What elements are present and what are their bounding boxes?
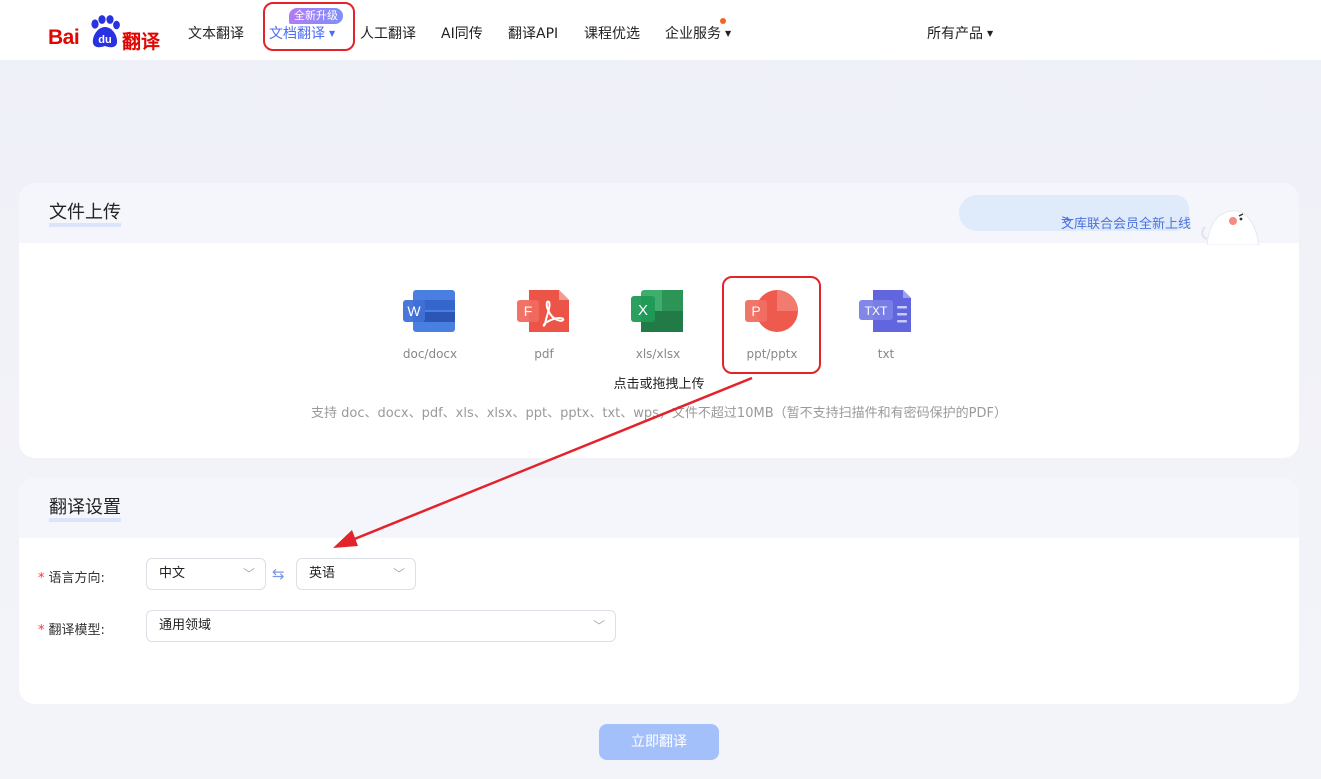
file-type-doc-label: doc/docx bbox=[402, 347, 458, 361]
txt-icon: TXT bbox=[859, 290, 911, 332]
source-language-value: 中文 bbox=[159, 566, 186, 581]
file-upload-card: 文件上传 文库联合会员全新上线 > W doc/docx F pdf X xls… bbox=[19, 183, 1299, 458]
pdf-icon: F bbox=[517, 290, 569, 332]
required-asterisk: * bbox=[38, 623, 45, 638]
word-icon: W bbox=[403, 290, 455, 332]
nav-enterprise-label: 企业服务 bbox=[665, 26, 721, 42]
nav-all-products-label: 所有产品 bbox=[927, 26, 983, 42]
nav-human-translate[interactable]: 人工翻译 bbox=[360, 23, 416, 43]
caret-down-icon: ▼ bbox=[725, 29, 732, 38]
file-type-pdf-label: pdf bbox=[534, 347, 554, 361]
upload-click-tip[interactable]: 点击或拖拽上传 bbox=[19, 373, 1299, 392]
nav-text-translate[interactable]: 文本翻译 bbox=[188, 23, 244, 43]
translate-settings-card: 翻译设置 * 语言方向: 中文 ﹀ ⇆ 英语 ﹀ * 翻译模型: 通用领域 ﹀ bbox=[19, 478, 1299, 704]
target-language-value: 英语 bbox=[309, 566, 336, 581]
file-type-txt-label: txt bbox=[877, 347, 895, 361]
file-type-xls-label: xls/xlsx bbox=[635, 347, 681, 361]
chevron-down-icon: ﹀ bbox=[592, 619, 605, 633]
swap-languages-icon[interactable]: ⇆ bbox=[272, 565, 285, 583]
baidu-translate-logo[interactable]: Bai du 翻译 bbox=[48, 14, 160, 53]
required-asterisk: * bbox=[38, 571, 45, 586]
language-direction-label: * 语言方向: bbox=[38, 571, 105, 586]
nav-ai-interpreting[interactable]: AI同传 bbox=[441, 23, 483, 43]
translate-model-select[interactable]: 通用领域 ﹀ bbox=[146, 610, 616, 642]
nav-courses[interactable]: 课程优选 bbox=[584, 23, 640, 43]
svg-text:TXT: TXT bbox=[865, 304, 888, 318]
chevron-down-icon: ﹀ bbox=[242, 567, 255, 581]
translate-model-value: 通用领域 bbox=[159, 618, 212, 633]
logo-du-text: du bbox=[98, 34, 111, 46]
nav-enterprise[interactable]: 企业服务 ▼ bbox=[665, 23, 731, 43]
target-language-select[interactable]: 英语 ﹀ bbox=[296, 558, 416, 590]
notification-dot bbox=[720, 18, 726, 24]
annotation-highlight-doc-translate bbox=[263, 2, 355, 51]
translate-now-button[interactable]: 立即翻译 bbox=[599, 724, 719, 760]
svg-text:X: X bbox=[638, 302, 648, 319]
chevron-down-icon: ﹀ bbox=[392, 567, 405, 581]
file-type-doc[interactable]: W doc/docx bbox=[390, 288, 470, 361]
caret-down-icon: ▼ bbox=[987, 29, 994, 38]
file-type-xls[interactable]: X xls/xlsx bbox=[618, 288, 698, 361]
nav-all-products[interactable]: 所有产品 ▼ bbox=[927, 23, 993, 43]
source-language-select[interactable]: 中文 ﹀ bbox=[146, 558, 266, 590]
logo-bai-text: Bai bbox=[48, 26, 80, 49]
translate-model-label: * 翻译模型: bbox=[38, 623, 105, 638]
file-upload-header: 文件上传 文库联合会员全新上线 > bbox=[19, 183, 1299, 245]
chevron-right-icon: > bbox=[1061, 213, 1072, 228]
svg-text:W: W bbox=[407, 303, 421, 319]
annotation-highlight-ppt bbox=[722, 276, 821, 374]
nav-translate-api[interactable]: 翻译API bbox=[508, 23, 558, 43]
logo-translate-text: 翻译 bbox=[122, 31, 161, 53]
baidu-paw-icon: du bbox=[91, 15, 120, 48]
translate-settings-title: 翻译设置 bbox=[49, 498, 121, 522]
file-type-txt[interactable]: TXT txt bbox=[846, 288, 926, 361]
mascot-icon bbox=[1201, 210, 1260, 245]
file-upload-title: 文件上传 bbox=[49, 203, 121, 227]
excel-icon: X bbox=[631, 290, 683, 332]
vip-banner[interactable]: 文库联合会员全新上线 > bbox=[959, 195, 1191, 232]
file-type-pdf[interactable]: F pdf bbox=[504, 288, 584, 361]
translate-settings-header: 翻译设置 bbox=[19, 478, 1299, 538]
top-nav-bar: Bai du 翻译 文本翻译 全新升级 文档翻译 ▼ 人工翻译 AI同传 翻译AP… bbox=[0, 0, 1321, 60]
upload-format-description: 支持 doc、docx、pdf、xls、xlsx、ppt、pptx、txt、wp… bbox=[311, 406, 1007, 421]
svg-text:F: F bbox=[524, 303, 533, 319]
